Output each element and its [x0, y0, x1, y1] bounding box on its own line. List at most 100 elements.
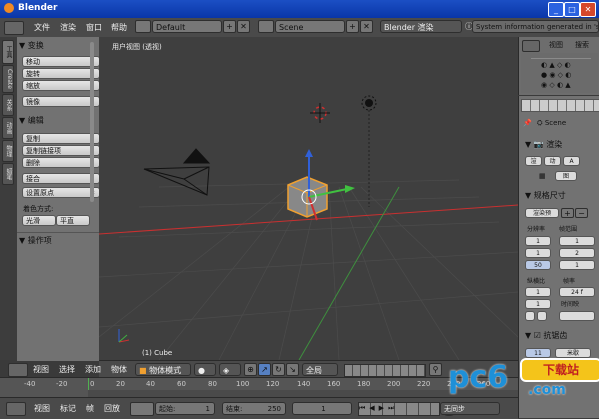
pivot-point-select[interactable]: ◈ [219, 363, 241, 376]
viewport-shading-select[interactable]: ● [194, 363, 216, 376]
timeline-editor-type-button[interactable] [6, 402, 26, 416]
add-preset-button[interactable]: + [561, 208, 574, 218]
start-frame-field[interactable]: 起始: 1 [155, 402, 215, 415]
duplicate-linked-button[interactable]: 复制链接项 [22, 145, 100, 156]
current-frame-field[interactable]: 1 [292, 402, 352, 415]
resolution-y-field[interactable]: 1 [525, 248, 551, 258]
render-image-button[interactable]: 渲 [525, 156, 542, 166]
minimize-button[interactable]: _ [548, 2, 564, 17]
pin-icon[interactable]: 📌 [523, 119, 532, 127]
screen-layout-field[interactable]: Default [152, 20, 222, 33]
timeline-menu-frame[interactable]: 帧 [86, 403, 94, 414]
outliner-item-icon-row[interactable]: ● ◉ ◇ ◐ [541, 71, 571, 79]
translate-manipulator-icon[interactable]: ↗ [258, 363, 271, 376]
aspect-y-field[interactable]: 1 [525, 299, 551, 309]
3d-cursor-icon[interactable] [310, 103, 330, 123]
end-frame-field[interactable]: 结束: 250 [222, 402, 286, 415]
tab-grease-pencil[interactable]: 蜡笔 [2, 163, 14, 185]
menu-window[interactable]: 窗口 [86, 22, 102, 33]
tab-animation[interactable]: 动画 [2, 117, 14, 139]
playback-controls[interactable]: ⏮◀▶⏭ [358, 402, 440, 416]
timeline-menu-marker[interactable]: 标记 [60, 403, 76, 414]
timeline-area[interactable]: -40 -20 0 20 40 60 80 100 120 140 160 18… [0, 377, 518, 398]
snap-toggle-icon[interactable]: ⚲ [429, 363, 442, 376]
menu-help[interactable]: 帮助 [111, 22, 127, 33]
aa-filter-select[interactable]: 米歇 [555, 348, 591, 358]
outliner-editor-type-button[interactable] [522, 40, 540, 52]
add-screen-button[interactable]: + [223, 20, 236, 33]
transform-panel-header[interactable]: ▼ 变换 [19, 40, 44, 51]
delete-scene-button[interactable]: ✕ [360, 20, 373, 33]
outliner-tree[interactable]: ◐ ▲ ◇ ◐ ● ◉ ◇ ◐ ◉ ◇ ◐ ▲ [521, 53, 598, 93]
tab-physics[interactable]: 物理 [2, 140, 14, 162]
timeline-menu-playback[interactable]: 回放 [104, 403, 120, 414]
aspect-x-field[interactable]: 1 [525, 287, 551, 297]
render-animation-button[interactable]: 动 [544, 156, 561, 166]
resolution-percent-field[interactable]: 50 [525, 260, 551, 270]
maximize-button[interactable]: □ [564, 2, 580, 17]
manipulator-toggle[interactable]: ⊕ [244, 363, 257, 376]
dimensions-panel-header[interactable]: ▼ 规格尺寸 [525, 190, 566, 201]
antialiasing-panel-header[interactable]: ▼ ☑ 抗锯齿 [525, 330, 567, 341]
screen-layout-icon[interactable] [135, 20, 151, 33]
operator-panel-header[interactable]: ▼ 操作项 [19, 235, 52, 246]
render-panel-header[interactable]: ▼ 📷 渲染 [525, 139, 562, 150]
aa-samples-field[interactable]: 11 [525, 348, 551, 358]
remove-preset-button[interactable]: − [575, 208, 588, 218]
rotate-button[interactable]: 旋转 [22, 68, 100, 79]
add-scene-button[interactable]: + [346, 20, 359, 33]
viewport-editor-type-button[interactable] [8, 363, 28, 377]
edit-panel-header[interactable]: ▼ 编辑 [19, 115, 44, 126]
tab-create[interactable]: Create [2, 65, 14, 93]
set-origin-dropdown[interactable]: 设置原点⇕ [22, 187, 100, 198]
menu-file[interactable]: 文件 [34, 22, 50, 33]
mirror-button[interactable]: 镜像 [22, 96, 100, 107]
render-engine-select[interactable]: Blender 渲染 [380, 20, 462, 33]
3d-viewport[interactable]: 用户视图 (透视) (1) Cube [99, 37, 518, 360]
time-remap-field[interactable] [559, 311, 595, 321]
menu-object[interactable]: 物体 [111, 364, 127, 375]
delete-button[interactable]: 删除 [22, 157, 100, 168]
outliner-menu-view[interactable]: 视图 [549, 40, 563, 50]
delete-screen-button[interactable]: ✕ [237, 20, 250, 33]
frame-start-field[interactable]: 1 [559, 236, 595, 246]
timeline-menu-view[interactable]: 视图 [34, 403, 50, 414]
render-audio-button[interactable]: A [563, 156, 580, 166]
tab-relations[interactable]: 关系 [2, 94, 14, 116]
menu-add[interactable]: 添加 [85, 364, 101, 375]
render-preset-select[interactable]: 渲染预 [525, 208, 559, 218]
translate-button[interactable]: 移动 [22, 56, 100, 67]
layer-buttons[interactable] [344, 364, 426, 377]
duplicate-button[interactable]: 复制 [22, 133, 100, 144]
properties-context-tabs[interactable] [521, 99, 599, 112]
display-select[interactable]: 图 [555, 171, 577, 181]
menu-select[interactable]: 选择 [59, 364, 75, 375]
rotate-manipulator-icon[interactable]: ↻ [272, 363, 285, 376]
outliner-item-icon[interactable]: ◐ ▲ ◇ ◐ [541, 61, 571, 69]
outliner-menu-search[interactable]: 搜索 [575, 40, 589, 50]
border-checkbox[interactable] [525, 311, 535, 321]
editor-type-button[interactable] [4, 21, 24, 35]
sync-mode-select[interactable]: 无同步 [440, 402, 500, 415]
toolshelf-scrollbar[interactable] [90, 42, 94, 202]
shade-smooth-button[interactable]: 光滑 [22, 215, 56, 226]
scale-button[interactable]: 缩放 [22, 80, 100, 91]
join-button[interactable]: 接合 [22, 173, 100, 184]
close-button[interactable]: ✕ [580, 2, 596, 17]
resolution-x-field[interactable]: 1 [525, 236, 551, 246]
interaction-mode-select[interactable]: ■ 物体模式 [135, 363, 191, 376]
frame-rate-select[interactable]: 24 f [559, 287, 595, 297]
scale-manipulator-icon[interactable]: ↘ [286, 363, 299, 376]
preview-range-toggle[interactable] [130, 402, 154, 416]
cube-object[interactable] [287, 176, 328, 218]
scene-field[interactable]: Scene [275, 20, 345, 33]
scene-icon[interactable] [258, 20, 274, 33]
tab-tools[interactable]: 工具 [2, 40, 14, 64]
camera-object[interactable] [143, 148, 211, 196]
menu-render[interactable]: 渲染 [60, 22, 76, 33]
frame-step-field[interactable]: 1 [559, 260, 595, 270]
frame-end-field[interactable]: 2 [559, 248, 595, 258]
outliner-item-icon-row-2[interactable]: ◉ ◇ ◐ ▲ [541, 81, 571, 89]
crop-checkbox[interactable] [537, 311, 547, 321]
menu-view[interactable]: 视图 [33, 364, 49, 375]
